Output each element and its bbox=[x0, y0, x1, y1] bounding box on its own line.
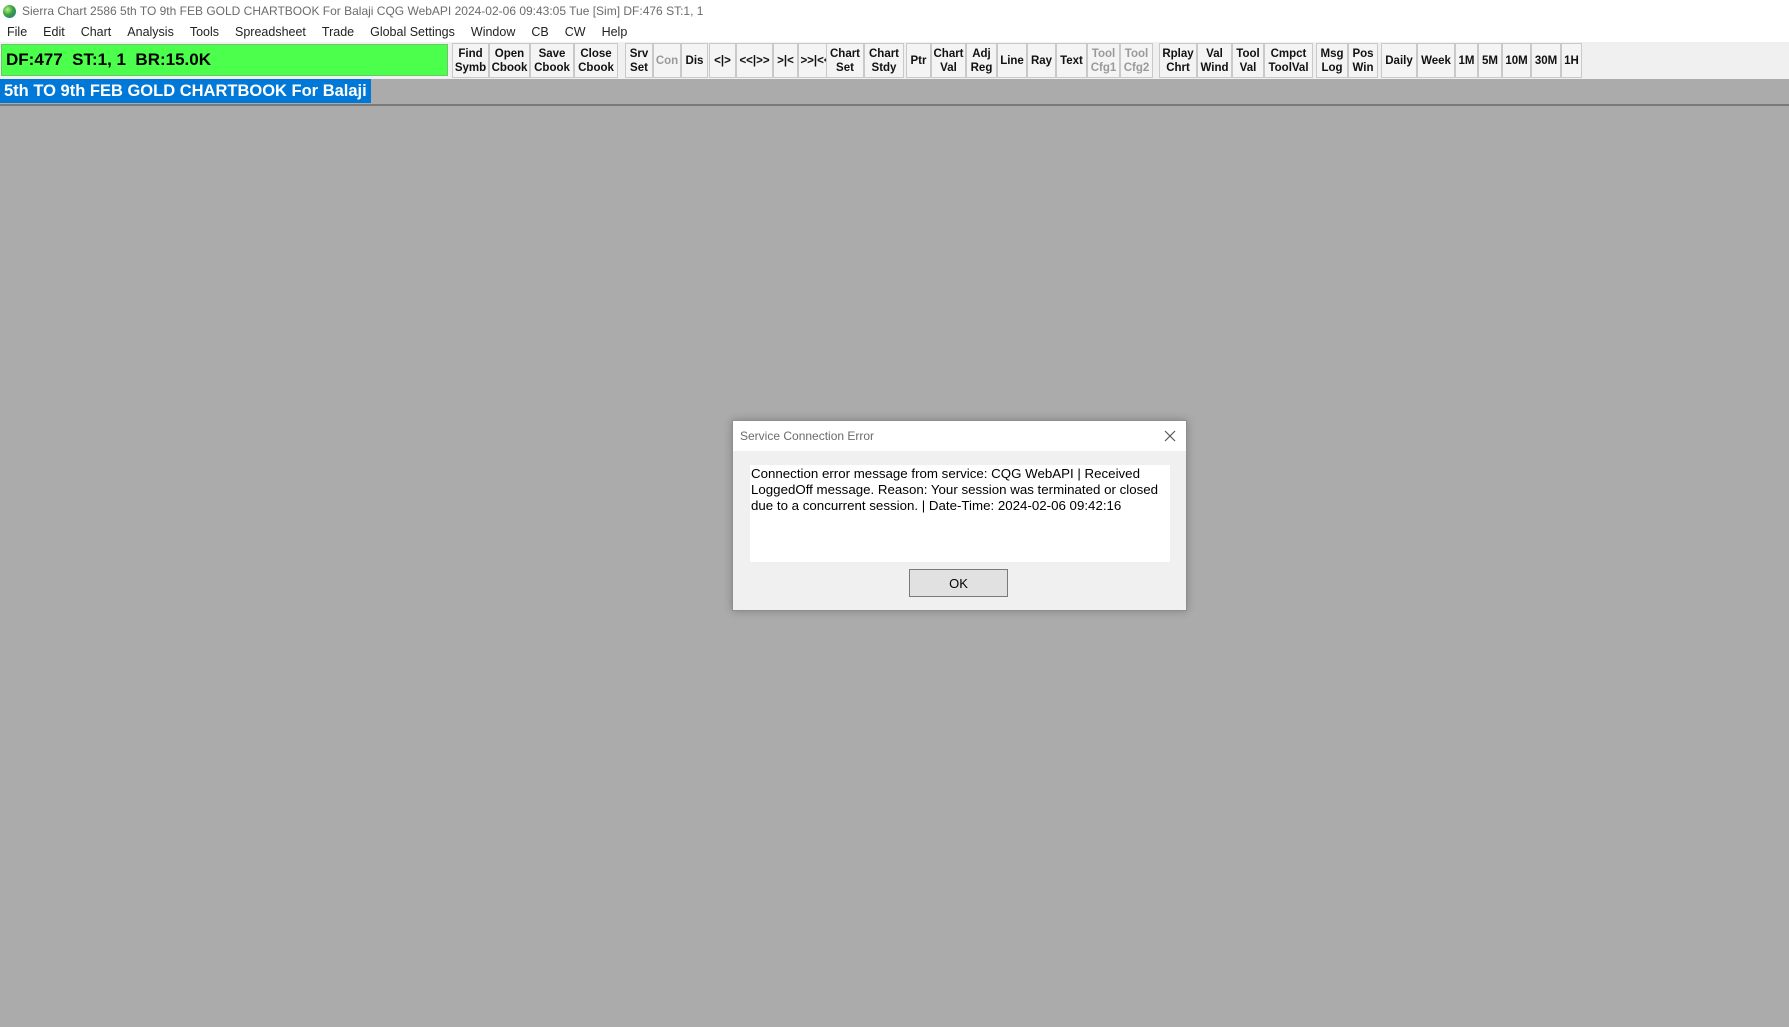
line-tool-button[interactable]: Line bbox=[997, 43, 1027, 78]
timeframe-daily-button[interactable]: Daily bbox=[1381, 43, 1417, 78]
chart-values-button[interactable]: Chart Val bbox=[931, 43, 966, 78]
close-chartbook-button[interactable]: Close Cbook bbox=[574, 43, 618, 78]
pointer-tool-button[interactable]: Ptr bbox=[906, 43, 931, 78]
menu-tools[interactable]: Tools bbox=[182, 25, 227, 39]
compress-button[interactable]: >|< bbox=[773, 43, 798, 78]
menu-bar: File Edit Chart Analysis Tools Spreadshe… bbox=[0, 22, 1789, 42]
timeframe-1h-button[interactable]: 1H bbox=[1561, 43, 1582, 78]
text-tool-button[interactable]: Text bbox=[1056, 43, 1087, 78]
window-titlebar: Sierra Chart 2586 5th TO 9th FEB GOLD CH… bbox=[0, 0, 1789, 22]
chartbook-tab[interactable]: 5th TO 9th FEB GOLD CHARTBOOK For Balaji bbox=[0, 79, 371, 103]
scroll-center-button[interactable]: <|> bbox=[709, 43, 736, 78]
menu-window[interactable]: Window bbox=[463, 25, 523, 39]
toolbar-group-timeframes: Daily Week 1M 5M 10M 30M 1H bbox=[1381, 43, 1582, 78]
menu-cw[interactable]: CW bbox=[557, 25, 594, 39]
ok-button[interactable]: OK bbox=[909, 569, 1008, 597]
values-window-button[interactable]: Val Wind bbox=[1197, 43, 1232, 78]
adjust-region-button[interactable]: Adj Reg bbox=[966, 43, 997, 78]
timeframe-10m-button[interactable]: 10M bbox=[1502, 43, 1531, 78]
message-log-button[interactable]: Msg Log bbox=[1316, 43, 1348, 78]
toolbar-group-logs: Msg Log Pos Win bbox=[1316, 43, 1378, 78]
status-indicator: DF:477 ST:1, 1 BR:15.0K bbox=[1, 44, 448, 76]
toolbar-group-chartbook: Find Symb Open Cbook Save Cbook Close Cb… bbox=[452, 43, 618, 78]
ray-tool-button[interactable]: Ray bbox=[1027, 43, 1056, 78]
menu-spreadsheet[interactable]: Spreadsheet bbox=[227, 25, 314, 39]
find-symbol-button[interactable]: Find Symb bbox=[452, 43, 489, 78]
close-x-glyph bbox=[1164, 430, 1176, 442]
positions-window-button[interactable]: Pos Win bbox=[1348, 43, 1378, 78]
toolbar-group-windows: Rplay Chrt Val Wind Tool Val Cmpct ToolV… bbox=[1159, 43, 1313, 78]
close-icon[interactable] bbox=[1160, 426, 1180, 446]
open-chartbook-button[interactable]: Open Cbook bbox=[489, 43, 530, 78]
dialog-message: Connection error message from service: C… bbox=[750, 465, 1170, 562]
toolbar-group-chart: Chart Set Chart Stdy bbox=[826, 43, 904, 78]
menu-trade[interactable]: Trade bbox=[314, 25, 362, 39]
toolbar: DF:477 ST:1, 1 BR:15.0K Find Symb Open C… bbox=[0, 42, 1789, 79]
toolbar-group-scroll: <|> <<|>> >|< >>|<< bbox=[709, 43, 833, 78]
menu-analysis[interactable]: Analysis bbox=[119, 25, 182, 39]
timeframe-1m-button[interactable]: 1M bbox=[1455, 43, 1478, 78]
disconnect-button[interactable]: Dis bbox=[681, 43, 708, 78]
chart-studies-button[interactable]: Chart Stdy bbox=[864, 43, 904, 78]
timeframe-30m-button[interactable]: 30M bbox=[1531, 43, 1561, 78]
timeframe-5m-button[interactable]: 5M bbox=[1478, 43, 1502, 78]
toolbar-group-tools: Ptr Chart Val Adj Reg Line Ray Text Tool… bbox=[906, 43, 1153, 78]
timeframe-week-button[interactable]: Week bbox=[1417, 43, 1455, 78]
menu-help[interactable]: Help bbox=[594, 25, 636, 39]
save-chartbook-button[interactable]: Save Cbook bbox=[530, 43, 574, 78]
menu-edit[interactable]: Edit bbox=[35, 25, 73, 39]
chart-settings-button[interactable]: Chart Set bbox=[826, 43, 864, 78]
connect-button[interactable]: Con bbox=[653, 43, 681, 78]
window-title: Sierra Chart 2586 5th TO 9th FEB GOLD CH… bbox=[22, 4, 704, 18]
menu-cb[interactable]: CB bbox=[523, 25, 556, 39]
server-settings-button[interactable]: Srv Set bbox=[625, 43, 653, 78]
compact-tool-values-button[interactable]: Cmpct ToolVal bbox=[1264, 43, 1313, 78]
sierra-chart-globe-icon bbox=[3, 4, 16, 18]
expand-button[interactable]: <<|>> bbox=[736, 43, 773, 78]
service-connection-error-dialog: Service Connection Error Connection erro… bbox=[732, 420, 1187, 611]
toolbar-group-connection: Srv Set Con Dis bbox=[625, 43, 708, 78]
menu-global-settings[interactable]: Global Settings bbox=[362, 25, 463, 39]
replay-chart-button[interactable]: Rplay Chrt bbox=[1159, 43, 1197, 78]
dialog-title: Service Connection Error bbox=[740, 429, 875, 443]
tool-config1-button[interactable]: Tool Cfg1 bbox=[1087, 43, 1120, 78]
tool-config2-button[interactable]: Tool Cfg2 bbox=[1120, 43, 1153, 78]
dialog-titlebar[interactable]: Service Connection Error bbox=[733, 421, 1186, 451]
menu-file[interactable]: File bbox=[0, 25, 35, 39]
menu-chart[interactable]: Chart bbox=[73, 25, 120, 39]
tool-values-button[interactable]: Tool Val bbox=[1232, 43, 1264, 78]
